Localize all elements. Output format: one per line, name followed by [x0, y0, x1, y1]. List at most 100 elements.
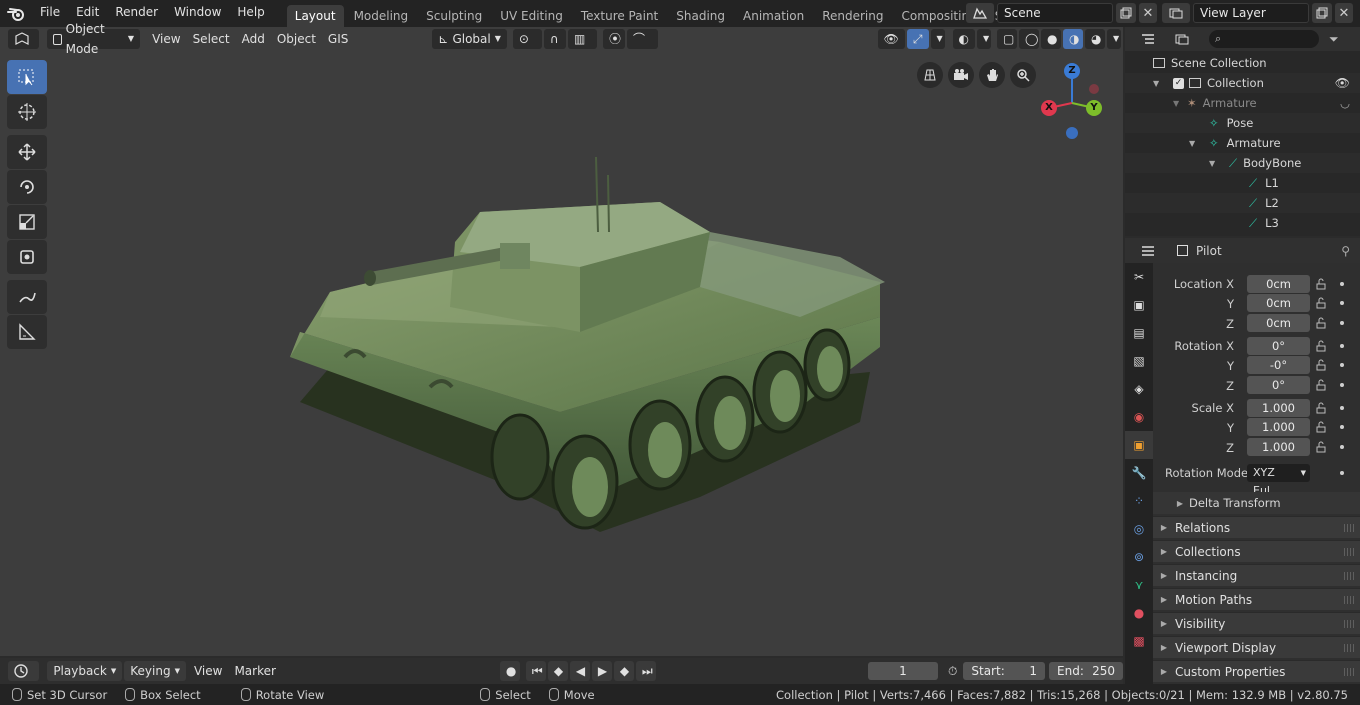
rotation-x-field[interactable]: 0° — [1247, 337, 1310, 355]
tab-layout[interactable]: Layout — [286, 4, 344, 27]
scale-x-field[interactable]: 1.000 — [1247, 399, 1310, 417]
play-reverse-icon[interactable]: ◀ — [569, 661, 590, 681]
annotate-tool-icon[interactable] — [7, 280, 47, 314]
timeline-editor-type-icon[interactable] — [8, 661, 40, 681]
cursor-tool-icon[interactable] — [7, 95, 47, 129]
play-icon[interactable]: ▶ — [591, 661, 612, 681]
preview-range-icon[interactable]: ⏱ — [948, 664, 957, 679]
delta-transform-subpanel[interactable]: ▶ Delta Transform — [1153, 492, 1360, 514]
shading-solid-icon[interactable]: ● — [1040, 29, 1061, 49]
outliner-search-input[interactable]: ⌕ — [1209, 30, 1319, 48]
output-tab-icon[interactable]: ▤ — [1125, 319, 1153, 347]
drag-grip-icon[interactable] — [1344, 620, 1354, 628]
view-layer-tab-icon[interactable]: ▧ — [1125, 347, 1153, 375]
panel-viewport-display[interactable]: ▶ Viewport Display — [1153, 636, 1360, 658]
drag-grip-icon[interactable] — [1344, 596, 1354, 604]
toggle-grid-view-icon[interactable] — [917, 62, 943, 88]
tank-model[interactable] — [290, 156, 885, 532]
keyframe-dot[interactable] — [1340, 445, 1344, 449]
eye-icon[interactable]: 👁 — [1335, 76, 1350, 90]
xray-icon[interactable]: ▢ — [996, 29, 1017, 49]
scene-name-field[interactable]: Scene — [997, 3, 1113, 23]
object-mode-dropdown[interactable]: Object Mode ▼ — [46, 22, 141, 56]
keyframe-dot[interactable] — [1340, 406, 1344, 410]
tab-animation[interactable]: Animation — [735, 5, 812, 27]
scale-tool-icon[interactable] — [7, 205, 47, 239]
panel-relations[interactable]: ▶ Relations — [1153, 516, 1360, 538]
view-layer-name-field[interactable]: View Layer — [1193, 3, 1309, 23]
snap-icon[interactable]: ∩ — [543, 29, 567, 49]
scene-icon[interactable] — [966, 3, 994, 23]
gizmo-dropdown-icon[interactable]: ▼ — [930, 29, 945, 49]
jump-to-start-icon[interactable]: ⏮ — [525, 661, 546, 681]
world-tab-icon[interactable]: ◉ — [1125, 403, 1153, 431]
shading-wireframe-icon[interactable]: ◯ — [1018, 29, 1039, 49]
lock-icon[interactable] — [1315, 340, 1327, 352]
blender-logo-icon[interactable] — [0, 0, 32, 27]
pivot-point-icon[interactable]: ⊙ — [512, 29, 542, 49]
proportional-edit-icon[interactable]: ⦿ — [603, 29, 625, 49]
outliner-row-collection[interactable]: ▼ ✓ Collection 👁 — [1125, 73, 1360, 93]
outliner-editor-type-icon[interactable] — [1133, 29, 1163, 49]
keyframe-dot[interactable] — [1340, 301, 1344, 305]
filter-icon[interactable]: ⏷ — [1329, 32, 1339, 47]
jump-to-next-keyframe-icon[interactable]: ◆ — [613, 661, 634, 681]
delete-scene-icon[interactable]: ✕ — [1139, 3, 1157, 23]
outliner-row-l3[interactable]: ⟋ L3 — [1125, 213, 1360, 233]
jump-to-end-icon[interactable]: ⏭ — [635, 661, 656, 681]
tab-shading[interactable]: Shading — [668, 5, 733, 27]
rotation-mode-dropdown[interactable]: XYZ Eul... ▼ — [1247, 464, 1310, 497]
keyframe-dot[interactable] — [1340, 344, 1344, 348]
timeline-menu-view[interactable]: View — [188, 661, 228, 681]
overlays-icon[interactable]: ◐ — [952, 29, 975, 49]
snap-target-icon[interactable]: ▥ — [568, 29, 597, 49]
location-z-field[interactable]: 0cm — [1247, 314, 1310, 332]
menu-window[interactable]: Window — [166, 0, 229, 27]
tab-uv-editing[interactable]: UV Editing — [492, 5, 571, 27]
particles-tab-icon[interactable]: ⁘ — [1125, 487, 1153, 515]
tool-tab-icon[interactable]: ✂ — [1125, 263, 1153, 291]
select-box-tool-icon[interactable] — [7, 60, 47, 94]
keyframe-dot[interactable] — [1340, 282, 1344, 286]
object-data-tab-icon[interactable]: ⋎ — [1125, 571, 1153, 599]
lock-icon[interactable] — [1315, 441, 1327, 453]
modifier-tab-icon[interactable]: 🔧 — [1125, 459, 1153, 487]
keyframe-dot[interactable] — [1340, 383, 1344, 387]
tab-sculpting[interactable]: Sculpting — [418, 5, 490, 27]
view-layer-icon[interactable] — [1162, 3, 1190, 23]
viewport-menu-object[interactable]: Object — [271, 29, 322, 49]
rotation-y-field[interactable]: -0° — [1247, 356, 1310, 374]
transform-tool-icon[interactable] — [7, 240, 47, 274]
scale-y-field[interactable]: 1.000 — [1247, 418, 1310, 436]
drag-grip-icon[interactable] — [1344, 644, 1354, 652]
keying-menu[interactable]: Keying ▼ — [124, 661, 186, 681]
shading-dropdown-icon[interactable]: ▼ — [1106, 29, 1121, 49]
outliner-row-l1[interactable]: ⟋ L1 — [1125, 173, 1360, 193]
duplicate-view-layer-icon[interactable] — [1312, 3, 1332, 23]
physics-tab-icon[interactable]: ◎ — [1125, 515, 1153, 543]
outliner-row-scene-collection[interactable]: Scene Collection — [1125, 53, 1360, 73]
editor-type-button[interactable] — [8, 29, 39, 49]
keyframe-dot[interactable] — [1340, 471, 1344, 475]
gizmo-toggle-icon[interactable]: ⤢ — [906, 29, 929, 49]
measure-tool-icon[interactable] — [7, 315, 47, 349]
current-frame-field[interactable]: 1 — [867, 662, 938, 680]
viewport-menu-select[interactable]: Select — [187, 29, 236, 49]
drag-grip-icon[interactable] — [1344, 524, 1354, 532]
panel-custom-properties[interactable]: ▶ Custom Properties — [1153, 660, 1360, 682]
rotation-z-field[interactable]: 0° — [1247, 376, 1310, 394]
3d-viewport[interactable] — [0, 27, 1123, 656]
drag-grip-icon[interactable] — [1344, 548, 1354, 556]
transform-orientation-dropdown[interactable]: ⊾ Global ▼ — [432, 29, 507, 49]
gizmo-x-axis[interactable]: X — [1041, 100, 1057, 116]
playback-menu[interactable]: Playback ▼ — [47, 661, 123, 681]
shading-material-icon[interactable]: ◑ — [1062, 29, 1083, 49]
constraints-tab-icon[interactable]: ⊚ — [1125, 543, 1153, 571]
duplicate-scene-icon[interactable] — [1116, 3, 1136, 23]
scale-z-field[interactable]: 1.000 — [1247, 438, 1310, 456]
pin-icon[interactable]: ⚲ — [1341, 244, 1350, 258]
outliner-row-pose[interactable]: ✧ Pose — [1125, 113, 1360, 133]
tab-modeling[interactable]: Modeling — [346, 5, 417, 27]
record-keyframes-icon[interactable]: ● — [499, 661, 520, 681]
object-tab-icon[interactable]: ▣ — [1125, 431, 1153, 459]
